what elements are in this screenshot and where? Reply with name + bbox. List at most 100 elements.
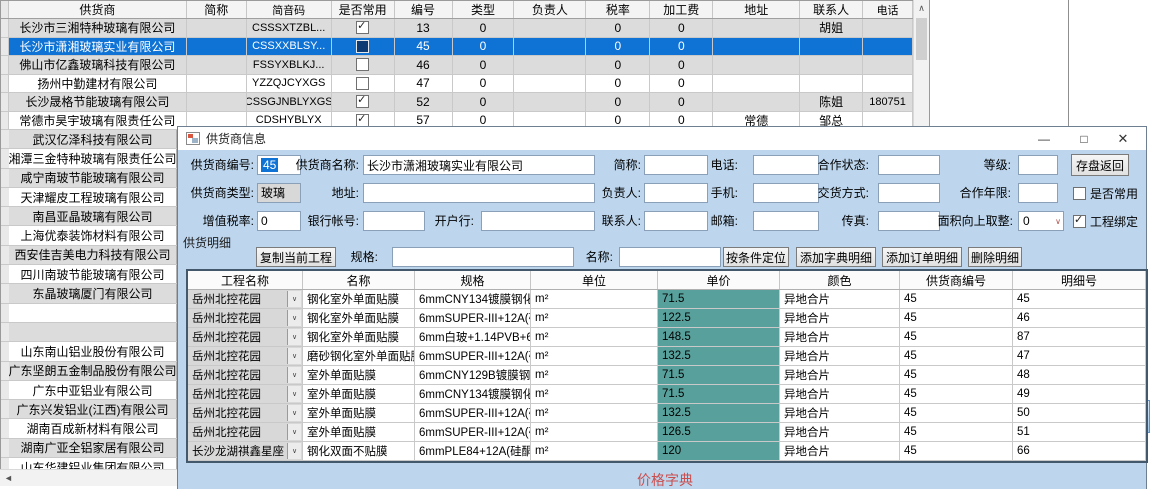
- supplier-row[interactable]: 咸宁南玻节能玻璃有限公司: [1, 169, 177, 188]
- supplier-row[interactable]: 天津耀皮工程玻璃有限公司: [1, 188, 177, 207]
- cell-price[interactable]: 132.5: [658, 404, 780, 422]
- add-order-detail-button[interactable]: 添加订单明细: [882, 247, 962, 267]
- add-dictionary-detail-button[interactable]: 添加字典明细: [796, 247, 876, 267]
- col-header-unit[interactable]: 单位: [531, 271, 658, 289]
- col-header-supplier-id[interactable]: 供货商编号: [900, 271, 1013, 289]
- project-bind-checkbox[interactable]: 工程绑定: [1073, 211, 1138, 231]
- project-combo-cell[interactable]: 岳州北控花园∨: [188, 290, 303, 308]
- combo-arrow-icon[interactable]: ∨: [287, 329, 301, 345]
- project-combo-cell[interactable]: 岳州北控花园∨: [188, 309, 303, 327]
- cell-price[interactable]: 120: [658, 442, 780, 460]
- col-header-common[interactable]: 是否常用: [332, 1, 395, 18]
- col-header-detail-id[interactable]: 明细号: [1013, 271, 1146, 289]
- common-checkbox[interactable]: [356, 21, 369, 34]
- project-combo-cell[interactable]: 岳州北控花园∨: [188, 366, 303, 384]
- project-combo-cell[interactable]: 岳州北控花园∨: [188, 385, 303, 403]
- supplier-row[interactable]: 南昌亚晶玻璃有限公司: [1, 207, 177, 226]
- supplier-row[interactable]: 长沙市潇湘玻璃实业有限公司 CSSXXBLSY... 45 0 0 0: [1, 38, 913, 57]
- save-return-button[interactable]: 存盘返回: [1071, 154, 1129, 176]
- project-combo-cell[interactable]: 岳州北控花园∨: [188, 423, 303, 441]
- detail-row[interactable]: 岳州北控花园∨ 室外单面贴膜 6mmSUPER-III+12A(硅... m² …: [188, 404, 1146, 423]
- vertical-scrollbar[interactable]: ∧: [913, 0, 930, 130]
- col-header-price[interactable]: 单价: [658, 271, 780, 289]
- col-header-leader[interactable]: 负责人: [514, 1, 586, 18]
- common-use-checkbox[interactable]: 是否常用: [1073, 183, 1138, 203]
- supplier-row[interactable]: 山东南山铝业股份有限公司: [1, 342, 177, 361]
- supplier-row[interactable]: 广东兴发铝业(江西)有限公司: [1, 400, 177, 419]
- detail-row[interactable]: 岳州北控花园∨ 磨砂钢化室外单面贴膜 6mmSUPER-III+12A(硅...…: [188, 347, 1146, 366]
- project-combo-cell[interactable]: 岳州北控花园∨: [188, 347, 303, 365]
- delete-detail-button[interactable]: 删除明细: [968, 247, 1022, 267]
- spec-filter-field[interactable]: [392, 247, 574, 267]
- cell-price[interactable]: 148.5: [658, 328, 780, 346]
- common-checkbox[interactable]: [356, 114, 369, 127]
- detail-row[interactable]: 岳州北控花园∨ 室外单面贴膜 6mmCNY129B镀膜钢化 m² 71.5 异地…: [188, 366, 1146, 385]
- combo-arrow-icon[interactable]: ∨: [287, 348, 301, 364]
- supplier-row[interactable]: 西安佳吉美电力科技有限公司: [1, 246, 177, 265]
- cell-price[interactable]: 71.5: [658, 290, 780, 308]
- supplier-row[interactable]: 长沙晟格节能玻璃有限公司 CSSGJNBLYXGS 52 0 0 0 陈姐 18…: [1, 93, 913, 112]
- col-header-name[interactable]: 名称: [303, 271, 415, 289]
- supplier-row[interactable]: 扬州中勤建材有限公司 YZZQJCYXGS 47 0 0 0: [1, 75, 913, 94]
- maximize-button[interactable]: □: [1068, 127, 1100, 150]
- col-header-spec[interactable]: 规格: [415, 271, 531, 289]
- supplier-name-field[interactable]: [363, 155, 595, 175]
- supplier-row[interactable]: 东晶玻璃厦门有限公司: [1, 284, 177, 303]
- cell-price[interactable]: 122.5: [658, 309, 780, 327]
- col-header-supplier[interactable]: 供货商: [9, 1, 187, 18]
- supplier-row[interactable]: 上海优泰装饰材料有限公司: [1, 226, 177, 245]
- combo-arrow-icon[interactable]: ∨: [287, 443, 301, 459]
- detail-row[interactable]: 岳州北控花园∨ 室外单面贴膜 6mmSUPER-III+12A(硅... m² …: [188, 423, 1146, 442]
- supplier-row[interactable]: 四川南玻节能玻璃有限公司: [1, 265, 177, 284]
- col-header-contact[interactable]: 联系人: [800, 1, 863, 18]
- project-combo-cell[interactable]: 长沙龙湖祺鑫星座∨: [188, 442, 303, 460]
- supplier-row[interactable]: [1, 323, 177, 342]
- common-checkbox[interactable]: [356, 40, 369, 53]
- name-filter-field[interactable]: [619, 247, 721, 267]
- scroll-up-icon[interactable]: ∧: [914, 0, 929, 17]
- col-header-fee[interactable]: 加工费: [650, 1, 713, 18]
- col-header-type[interactable]: 类型: [453, 1, 515, 18]
- combo-arrow-icon[interactable]: ∨: [287, 291, 301, 307]
- horizontal-scrollbar[interactable]: ◄: [0, 469, 177, 486]
- col-header-code[interactable]: 简音码: [247, 1, 332, 18]
- common-checkbox[interactable]: [356, 58, 369, 71]
- col-header-phone[interactable]: 电话: [863, 1, 913, 18]
- cell-price[interactable]: 132.5: [658, 347, 780, 365]
- supplier-row[interactable]: 广东坚朗五金制品股份有限公司: [1, 362, 177, 381]
- combo-arrow-icon[interactable]: ∨: [287, 367, 301, 383]
- scrollbar-thumb[interactable]: [916, 18, 927, 60]
- scroll-left-icon[interactable]: ◄: [0, 470, 17, 486]
- detail-row[interactable]: 岳州北控花园∨ 室外单面贴膜 6mmCNY134镀膜钢化 m² 71.5 异地合…: [188, 385, 1146, 404]
- supplier-row[interactable]: 山东华建铝业集团有限公司: [1, 458, 177, 469]
- cell-price[interactable]: 71.5: [658, 385, 780, 403]
- col-header-id[interactable]: 编号: [395, 1, 453, 18]
- supplier-row[interactable]: 广东中亚铝业有限公司: [1, 381, 177, 400]
- supplier-row[interactable]: 湖南百成新材料有限公司: [1, 419, 177, 438]
- bank-account-field[interactable]: [363, 211, 425, 231]
- combo-arrow-icon[interactable]: ∨: [287, 310, 301, 326]
- area-round-up-dropdown[interactable]: 0 ∨: [1018, 211, 1064, 231]
- common-checkbox[interactable]: [356, 95, 369, 108]
- grade-field[interactable]: [1018, 155, 1058, 175]
- project-combo-cell[interactable]: 岳州北控花园∨: [188, 328, 303, 346]
- dialog-titlebar[interactable]: 供货商信息 — □ ✕: [178, 127, 1146, 150]
- bank-branch-field[interactable]: [481, 211, 595, 231]
- coop-years-field[interactable]: [1018, 183, 1058, 203]
- col-header-abbr[interactable]: 简称: [187, 1, 247, 18]
- minimize-button[interactable]: —: [1028, 127, 1060, 150]
- col-header-address[interactable]: 地址: [713, 1, 800, 18]
- supplier-row[interactable]: 长沙市三湘特种玻璃有限公司 CSSSXTZBL... 13 0 0 0 胡姐: [1, 19, 913, 38]
- project-combo-cell[interactable]: 岳州北控花园∨: [188, 404, 303, 422]
- col-header-tax[interactable]: 税率: [586, 1, 650, 18]
- col-header-color[interactable]: 颜色: [780, 271, 900, 289]
- combo-arrow-icon[interactable]: ∨: [287, 405, 301, 421]
- address-field[interactable]: [363, 183, 595, 203]
- combo-arrow-icon[interactable]: ∨: [287, 424, 301, 440]
- fax-field[interactable]: [878, 211, 940, 231]
- copy-current-project-button[interactable]: 复制当前工程: [256, 247, 336, 267]
- detail-row[interactable]: 岳州北控花园∨ 钢化室外单面贴膜 6mmSUPER-III+12A(硅... m…: [188, 309, 1146, 328]
- locate-by-condition-button[interactable]: 按条件定位: [723, 247, 789, 267]
- coop-status-field[interactable]: [878, 155, 940, 175]
- detail-row[interactable]: 岳州北控花园∨ 钢化室外单面贴膜 6mm白玻+1.14PVB+6mm... m²…: [188, 328, 1146, 347]
